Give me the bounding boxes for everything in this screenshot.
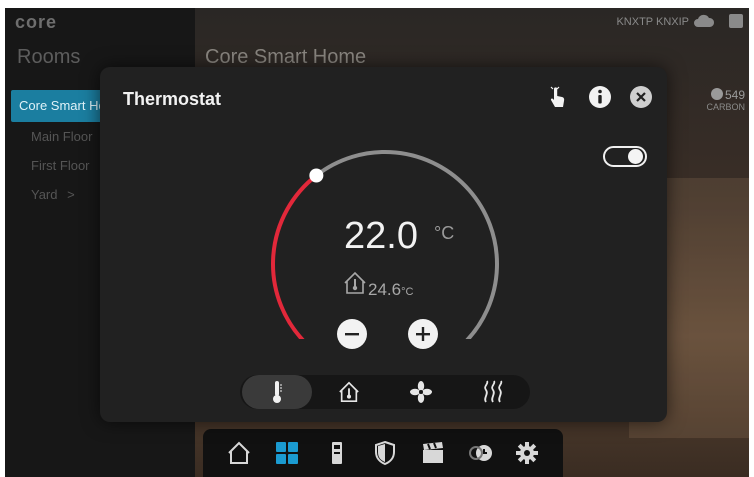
setpoint-value: 22.0: [344, 215, 418, 257]
close-icon[interactable]: [629, 85, 653, 109]
carbon-label: CARBON: [706, 102, 745, 112]
toggle-knob: [628, 149, 643, 164]
room-temperature-value: 24.6: [368, 280, 402, 299]
mode-house-button[interactable]: [314, 375, 384, 409]
home-nav-button[interactable]: [225, 439, 253, 467]
mode-heat-button[interactable]: [458, 375, 528, 409]
security-nav-button[interactable]: [371, 439, 399, 467]
fan-icon: [410, 381, 432, 403]
mode-selector: [240, 375, 530, 409]
schedule-nav-button[interactable]: [467, 439, 495, 467]
plus-icon: [416, 327, 430, 341]
cloud-icon[interactable]: [693, 14, 715, 28]
home-icon: [228, 441, 250, 464]
dial-handle[interactable]: [309, 168, 324, 183]
app-logo: core: [15, 12, 58, 32]
page-title: Core Smart Home: [205, 46, 367, 68]
house-thermometer-icon: [339, 381, 359, 402]
sidebar-item-label: Yard: [31, 187, 58, 202]
heat-waves-icon: [484, 380, 503, 403]
chevron-right-icon: >: [67, 187, 75, 202]
schedule-clock-icon: [469, 445, 492, 461]
thermometer-icon: [273, 381, 282, 403]
gear-icon: [516, 442, 538, 464]
mode-fan-button[interactable]: [386, 375, 456, 409]
dialog-title: Thermostat: [123, 89, 222, 109]
sidebar-item-yard[interactable]: Yard >: [31, 187, 75, 202]
scene-clapper-icon: [423, 442, 443, 463]
shield-icon: [375, 440, 395, 466]
carbon-value: 549: [724, 88, 745, 102]
dial-heat-arc: [271, 173, 319, 339]
intercom-nav-button[interactable]: [323, 439, 351, 467]
room-temperature-unit: °C: [401, 286, 414, 298]
bottom-nav: [203, 429, 563, 477]
menu-grid-icon[interactable]: [729, 14, 743, 28]
rooms-nav-button[interactable]: [273, 439, 301, 467]
house-thermometer-icon: [344, 271, 366, 294]
connection-status: KNXTP KNXIP: [616, 16, 689, 28]
intercom-icon: [332, 442, 342, 464]
minus-icon: [345, 333, 359, 336]
sidebar-item-first-floor[interactable]: First Floor: [31, 158, 90, 173]
mode-thermometer-button[interactable]: [242, 375, 312, 409]
scenes-nav-button[interactable]: [419, 439, 447, 467]
touch-hand-icon[interactable]: [545, 85, 569, 109]
room-temperature: 24.6°C: [368, 280, 413, 300]
thermostat-dialog: Thermostat 22.0 °C 24.6°C: [100, 67, 667, 422]
setpoint-unit: °C: [434, 223, 455, 243]
screen: core Rooms Core Smart Home Main Floor Fi…: [5, 8, 749, 477]
info-icon[interactable]: [588, 85, 612, 109]
settings-nav-button[interactable]: [513, 439, 541, 467]
sidebar-item-main-floor[interactable]: Main Floor: [31, 129, 92, 144]
increase-temp-button[interactable]: [408, 319, 438, 349]
grid-icon: [276, 442, 298, 464]
carbon-widget[interactable]: 549 CARBON: [706, 88, 745, 112]
rooms-heading: Rooms: [17, 46, 81, 68]
power-toggle[interactable]: [603, 146, 647, 167]
leaf-icon: [710, 88, 723, 100]
decrease-temp-button[interactable]: [337, 319, 367, 349]
